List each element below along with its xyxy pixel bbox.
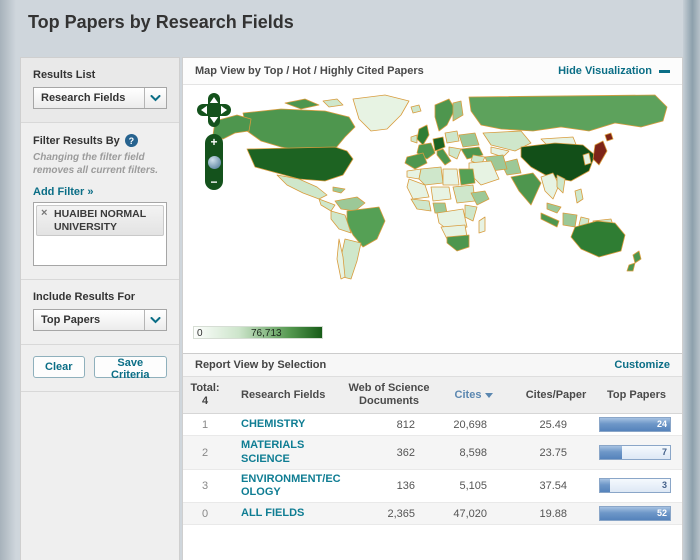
help-icon[interactable]: ? (125, 134, 138, 147)
top-papers-bar: 24 (599, 417, 671, 432)
hide-visualization-link[interactable]: Hide Visualization (558, 65, 670, 77)
row-wos-documents: 362 (343, 447, 435, 459)
map-zoom-control: + − (205, 134, 223, 190)
table-filler (183, 525, 682, 560)
map-area: + − 0 76,713 (183, 85, 682, 353)
row-cites: 8,598 (435, 447, 513, 459)
include-results-value: Top Papers (34, 314, 100, 326)
research-field-link[interactable]: MATERIALS SCIENCE (241, 439, 343, 465)
page-edge-left (0, 0, 16, 560)
visualization-header: Map View by Top / Hot / Highly Cited Pap… (183, 58, 682, 85)
table-row: 3 ENVIRONMENT/ECOLOGY 136 5,105 37.54 3 (183, 470, 682, 503)
row-wos-documents: 136 (343, 480, 435, 492)
app-window: Top Papers by Research Fields Results Li… (0, 0, 700, 560)
row-rank: 1 (183, 419, 227, 431)
research-field-link[interactable]: CHEMISTRY (241, 418, 343, 431)
visualization-title: Map View by Top / Hot / Highly Cited Pap… (195, 65, 424, 77)
chevron-down-icon[interactable] (144, 310, 166, 330)
main-panel: Map View by Top / Hot / Highly Cited Pap… (182, 57, 683, 560)
filter-results-label: Filter Results By (33, 135, 120, 147)
table-row: 2 MATERIALS SCIENCE 362 8,598 23.75 7 (183, 436, 682, 469)
row-wos-documents: 2,365 (343, 508, 435, 520)
row-wos-documents: 812 (343, 419, 435, 431)
col-header-total: Total: 4 (183, 382, 227, 408)
col-header-cites[interactable]: Cites (435, 389, 513, 402)
results-list-section: Results List Research Fields (21, 58, 179, 123)
filter-note: Changing the filter field removes all cu… (33, 152, 167, 177)
row-rank: 3 (183, 480, 227, 492)
zoom-out-button[interactable]: − (210, 176, 217, 188)
row-rank: 2 (183, 447, 227, 459)
map-legend: 0 76,713 (193, 326, 323, 339)
include-results-select[interactable]: Top Papers (33, 309, 167, 331)
col-header-wos-documents: Web of Science Documents (343, 382, 435, 408)
add-filter-link[interactable]: Add Filter » (33, 186, 94, 198)
row-cites-per-paper: 25.49 (513, 419, 599, 431)
row-rank: 0 (183, 508, 227, 520)
top-papers-value: 52 (657, 508, 667, 518)
col-header-research-fields: Research Fields (227, 389, 343, 402)
row-cites-per-paper: 19.88 (513, 508, 599, 520)
legend-min-label: 0 (197, 327, 203, 340)
report-title: Report View by Selection (195, 359, 326, 371)
results-list-label: Results List (33, 69, 167, 81)
top-papers-value: 24 (657, 419, 667, 429)
map-pan-control[interactable] (197, 93, 231, 127)
map-controls: + − (197, 93, 231, 190)
table-header-row: Total: 4 Research Fields Web of Science … (183, 377, 682, 414)
include-results-label: Include Results For (33, 291, 167, 303)
row-cites: 5,105 (435, 480, 513, 492)
filter-listbox[interactable]: × HUAIBEI NORMAL UNIVERSITY (33, 202, 167, 266)
results-list-select[interactable]: Research Fields (33, 87, 167, 109)
save-criteria-button[interactable]: Save Criteria (94, 356, 167, 378)
include-results-section: Include Results For Top Papers (21, 280, 179, 345)
actions-section: Clear Save Criteria (21, 345, 179, 392)
results-list-value: Research Fields (34, 92, 125, 104)
legend-max-label: 76,713 (251, 327, 282, 340)
globe-icon[interactable] (208, 156, 221, 169)
top-papers-value: 7 (662, 447, 667, 457)
sidebar: Results List Research Fields Filter Resu… (20, 57, 180, 560)
collapse-minus-icon (659, 70, 670, 73)
table-body: 1 CHEMISTRY 812 20,698 25.49 24 2 MATERI… (183, 414, 682, 525)
table-row: 1 CHEMISTRY 812 20,698 25.49 24 (183, 414, 682, 436)
research-field-link[interactable]: ALL FIELDS (241, 507, 343, 520)
top-papers-value: 3 (662, 480, 667, 490)
page-edge-right (683, 0, 700, 560)
sort-descending-icon (485, 393, 493, 398)
sidebar-filler (21, 392, 179, 560)
row-cites-per-paper: 23.75 (513, 447, 599, 459)
hide-visualization-label: Hide Visualization (558, 65, 652, 77)
world-map[interactable] (185, 87, 673, 321)
col-header-top-papers: Top Papers (599, 389, 674, 402)
clear-button[interactable]: Clear (33, 356, 85, 378)
content-layout: Results List Research Fields Filter Resu… (20, 57, 683, 560)
col-header-cites-per-paper: Cites/Paper (513, 389, 599, 402)
zoom-in-button[interactable]: + (210, 136, 217, 148)
page-title: Top Papers by Research Fields (28, 12, 294, 33)
row-cites: 20,698 (435, 419, 513, 431)
customize-link[interactable]: Customize (614, 359, 670, 371)
top-papers-bar: 52 (599, 506, 671, 521)
filter-tag[interactable]: × HUAIBEI NORMAL UNIVERSITY (36, 205, 164, 236)
row-cites: 47,020 (435, 508, 513, 520)
remove-filter-icon[interactable]: × (41, 207, 47, 220)
report-header: Report View by Selection Customize (183, 353, 682, 377)
table-row: 0 ALL FIELDS 2,365 47,020 19.88 52 (183, 503, 682, 525)
row-cites-per-paper: 37.54 (513, 480, 599, 492)
chevron-down-icon[interactable] (144, 88, 166, 108)
filter-tag-label: HUAIBEI NORMAL UNIVERSITY (54, 208, 146, 233)
top-papers-bar: 7 (599, 445, 671, 460)
top-papers-bar: 3 (599, 478, 671, 493)
research-field-link[interactable]: ENVIRONMENT/ECOLOGY (241, 473, 343, 499)
filter-section: Filter Results By ? Changing the filter … (21, 123, 179, 280)
